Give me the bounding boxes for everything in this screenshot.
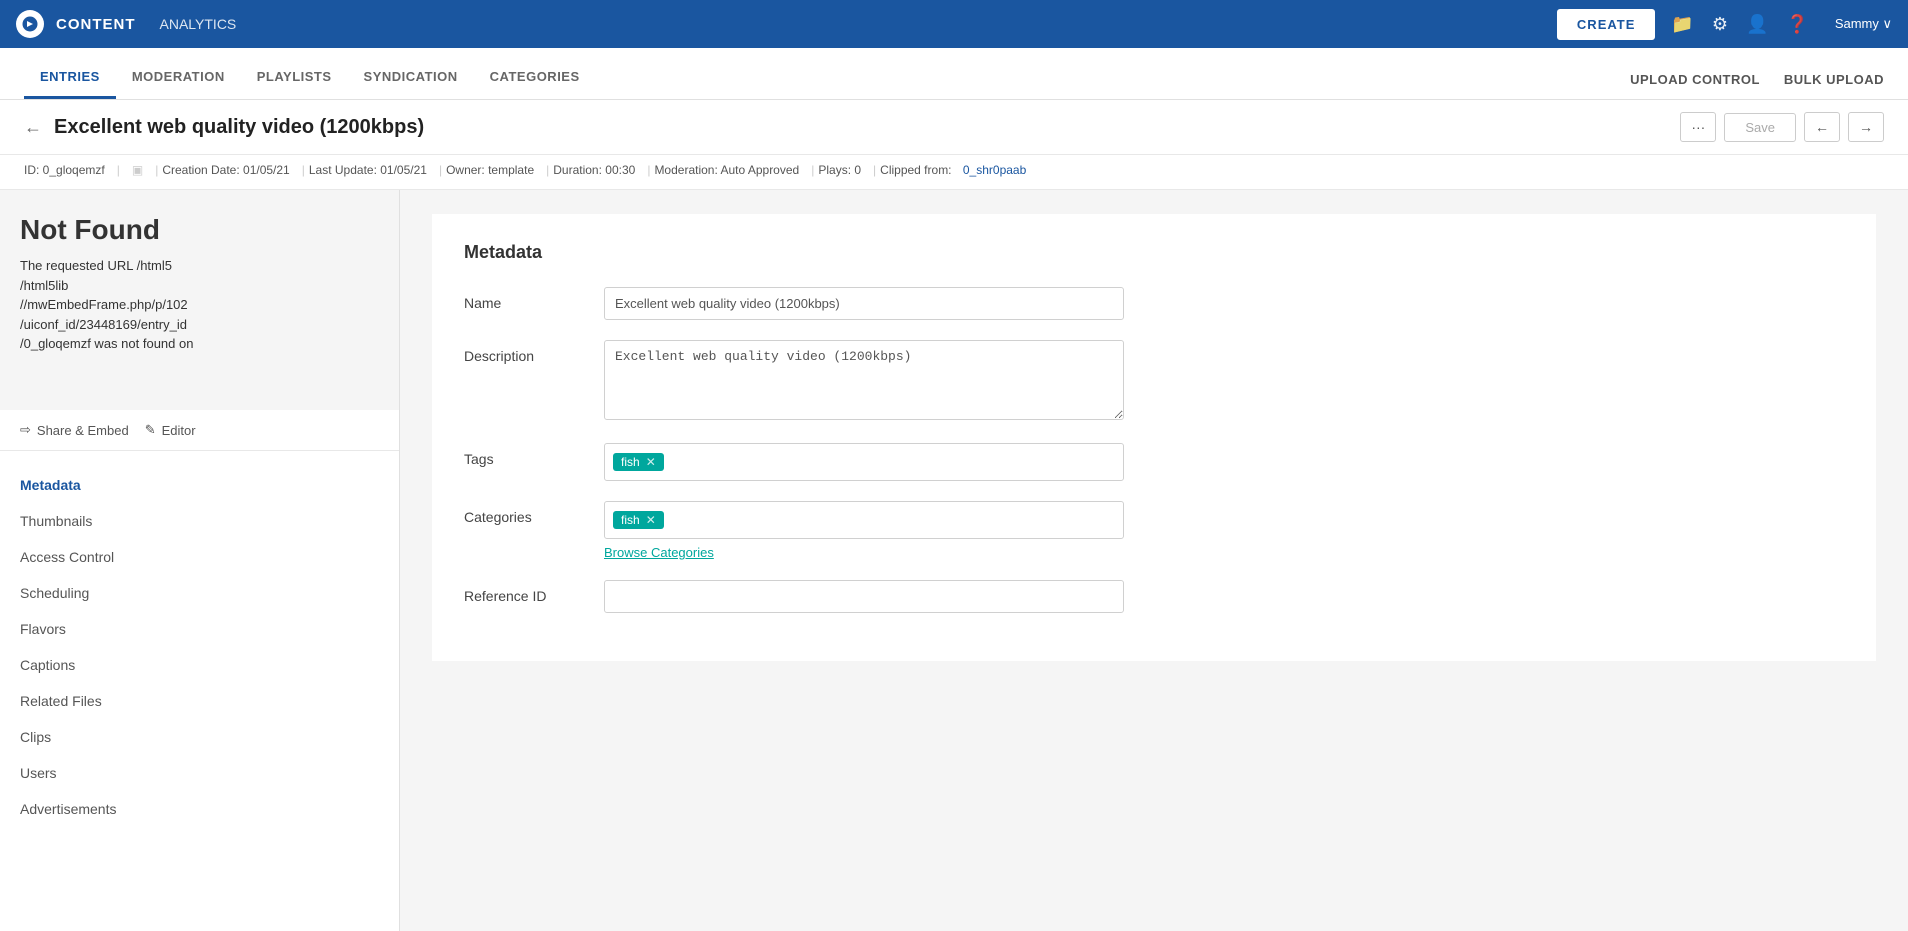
main-layout: Not Found The requested URL /html5/html5… xyxy=(0,190,1908,931)
category-remove-fish[interactable]: ✕ xyxy=(646,513,656,527)
description-field-container: Excellent web quality video (1200kbps) xyxy=(604,340,1124,423)
top-nav: CONTENT ANALYTICS CREATE 📁 ⚙ 👤 ❓ Sammy ∨ xyxy=(0,0,1908,48)
sidebar-item-access-control[interactable]: Access Control xyxy=(20,539,379,575)
not-found-text: The requested URL /html5/html5lib//mwEmb… xyxy=(20,256,379,354)
sidebar-item-scheduling[interactable]: Scheduling xyxy=(20,575,379,611)
description-label: Description xyxy=(464,340,604,364)
editor-label: Editor xyxy=(162,423,196,438)
app-title: CONTENT xyxy=(56,16,136,33)
tags-label: Tags xyxy=(464,443,604,467)
right-panel: Metadata Name Description Excellent web … xyxy=(400,190,1908,931)
sidebar-item-advertisements[interactable]: Advertisements xyxy=(20,791,379,827)
sidebar-item-clips[interactable]: Clips xyxy=(20,719,379,755)
entry-creation-date: Creation Date: 01/05/21 xyxy=(162,163,289,177)
tab-moderation[interactable]: MODERATION xyxy=(116,69,241,99)
tag-remove-fish[interactable]: ✕ xyxy=(646,455,656,469)
sidebar-nav: Metadata Thumbnails Access Control Sched… xyxy=(0,451,399,843)
analytics-nav[interactable]: ANALYTICS xyxy=(160,16,237,32)
name-field-container xyxy=(604,287,1124,320)
entry-meta: ID: 0_gloqemzf | ▣ | Creation Date: 01/0… xyxy=(0,155,1908,190)
sidebar-item-metadata[interactable]: Metadata xyxy=(20,467,379,503)
category-chip-fish: fish ✕ xyxy=(613,511,664,529)
tag-chip-label: fish xyxy=(621,455,640,469)
tab-playlists[interactable]: PLAYLISTS xyxy=(241,69,348,99)
preview-area: Not Found The requested URL /html5/html5… xyxy=(0,190,399,410)
back-button[interactable]: ← xyxy=(24,117,42,138)
browse-categories-link[interactable]: Browse Categories xyxy=(604,545,714,560)
categories-row: Categories fish ✕ Browse Categories xyxy=(464,501,1844,560)
sidebar-item-captions[interactable]: Captions xyxy=(20,647,379,683)
metadata-section: Metadata Name Description Excellent web … xyxy=(432,214,1876,661)
metadata-section-title: Metadata xyxy=(464,242,1844,263)
categories-input[interactable]: fish ✕ xyxy=(604,501,1124,539)
entry-moderation: Moderation: Auto Approved xyxy=(654,163,799,177)
sidebar-item-thumbnails[interactable]: Thumbnails xyxy=(20,503,379,539)
logo[interactable] xyxy=(16,10,44,38)
entry-clipped-label: Clipped from: xyxy=(880,163,951,177)
name-input[interactable] xyxy=(604,287,1124,320)
sidebar-item-flavors[interactable]: Flavors xyxy=(20,611,379,647)
sub-nav: ENTRIES MODERATION PLAYLISTS SYNDICATION… xyxy=(0,48,1908,100)
reference-id-label: Reference ID xyxy=(464,580,604,604)
entry-id: ID: 0_gloqemzf xyxy=(24,163,105,177)
share-embed-label: Share & Embed xyxy=(37,423,129,438)
tab-categories[interactable]: CATEGORIES xyxy=(474,69,596,99)
entry-plays: Plays: 0 xyxy=(818,163,861,177)
save-button[interactable]: Save xyxy=(1724,113,1796,142)
preview-actions: ⇨ Share & Embed ✎ Editor xyxy=(0,410,399,451)
upload-control-link[interactable]: UPLOAD CONTROL xyxy=(1630,72,1760,87)
bulk-upload-link[interactable]: BULK UPLOAD xyxy=(1784,72,1884,87)
description-row: Description Excellent web quality video … xyxy=(464,340,1844,423)
description-input[interactable]: Excellent web quality video (1200kbps) xyxy=(604,340,1124,420)
left-panel: Not Found The requested URL /html5/html5… xyxy=(0,190,400,931)
clipped-from-link[interactable]: 0_shr0paab xyxy=(963,163,1026,177)
name-row: Name xyxy=(464,287,1844,320)
tab-syndication[interactable]: SYNDICATION xyxy=(348,69,474,99)
tags-row: Tags fish ✕ xyxy=(464,443,1844,481)
tab-entries[interactable]: ENTRIES xyxy=(24,69,116,99)
reference-id-input[interactable] xyxy=(604,580,1124,613)
entry-duration: Duration: 00:30 xyxy=(553,163,635,177)
sidebar-item-related-files[interactable]: Related Files xyxy=(20,683,379,719)
entry-header-actions: ··· Save ← → xyxy=(1680,112,1884,142)
more-button[interactable]: ··· xyxy=(1680,112,1716,142)
sub-nav-tabs: ENTRIES MODERATION PLAYLISTS SYNDICATION… xyxy=(24,69,596,99)
create-button[interactable]: CREATE xyxy=(1557,9,1655,40)
reference-id-row: Reference ID xyxy=(464,580,1844,613)
editor-button[interactable]: ✎ Editor xyxy=(145,422,196,438)
entry-last-update: Last Update: 01/05/21 xyxy=(309,163,427,177)
share-icon: ⇨ xyxy=(20,422,31,438)
prev-entry-button[interactable]: ← xyxy=(1804,112,1840,142)
entry-owner: Owner: template xyxy=(446,163,534,177)
editor-icon: ✎ xyxy=(145,422,156,438)
folder-icon[interactable]: 📁 xyxy=(1671,14,1693,35)
user-menu[interactable]: Sammy ∨ xyxy=(1835,16,1892,32)
categories-field-container: fish ✕ Browse Categories xyxy=(604,501,1124,560)
entry-title: Excellent web quality video (1200kbps) xyxy=(54,116,1680,139)
category-chip-label: fish xyxy=(621,513,640,527)
sub-nav-right: UPLOAD CONTROL BULK UPLOAD xyxy=(1630,72,1884,99)
sidebar-item-users[interactable]: Users xyxy=(20,755,379,791)
entry-header: ← Excellent web quality video (1200kbps)… xyxy=(0,100,1908,155)
entry-thumbnail-icon: ▣ xyxy=(132,163,143,177)
tag-chip-fish: fish ✕ xyxy=(613,453,664,471)
next-entry-button[interactable]: → xyxy=(1848,112,1884,142)
share-embed-button[interactable]: ⇨ Share & Embed xyxy=(20,422,129,438)
top-nav-icons: 📁 ⚙ 👤 ❓ Sammy ∨ xyxy=(1671,14,1892,35)
tags-input[interactable]: fish ✕ xyxy=(604,443,1124,481)
gear-icon[interactable]: ⚙ xyxy=(1712,14,1728,35)
tags-field-container: fish ✕ xyxy=(604,443,1124,481)
reference-id-field-container xyxy=(604,580,1124,613)
help-icon[interactable]: ❓ xyxy=(1786,14,1808,35)
not-found-title: Not Found xyxy=(20,214,379,246)
user-icon[interactable]: 👤 xyxy=(1746,14,1768,35)
categories-label: Categories xyxy=(464,501,604,525)
name-label: Name xyxy=(464,287,604,311)
